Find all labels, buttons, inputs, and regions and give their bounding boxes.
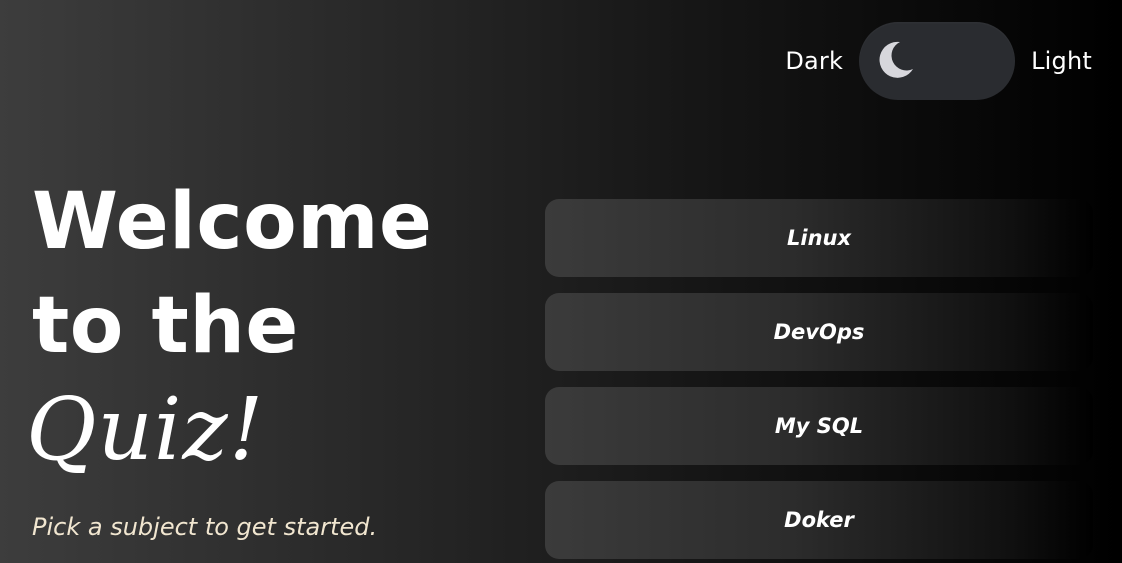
- theme-toggle: Dark Light: [785, 22, 1092, 100]
- heading-line-welcome: Welcome: [32, 177, 433, 267]
- subject-button-linux[interactable]: Linux: [545, 199, 1093, 277]
- subtitle: Pick a subject to get started.: [32, 513, 378, 541]
- dark-label: Dark: [785, 47, 844, 75]
- subject-button-devops[interactable]: DevOps: [545, 293, 1093, 371]
- light-label: Light: [1031, 47, 1092, 75]
- welcome-heading: Welcome to the Quiz!: [26, 170, 433, 482]
- heading-line-quiz: Quiz!: [26, 380, 265, 480]
- moon-icon[interactable]: [873, 38, 917, 82]
- subject-button-doker[interactable]: Doker: [545, 481, 1093, 559]
- theme-switch[interactable]: [859, 22, 1016, 100]
- subject-button-mysql[interactable]: My SQL: [545, 387, 1093, 465]
- heading-line-to-the: to the: [32, 281, 299, 371]
- subject-list: Linux DevOps My SQL Doker: [545, 199, 1093, 559]
